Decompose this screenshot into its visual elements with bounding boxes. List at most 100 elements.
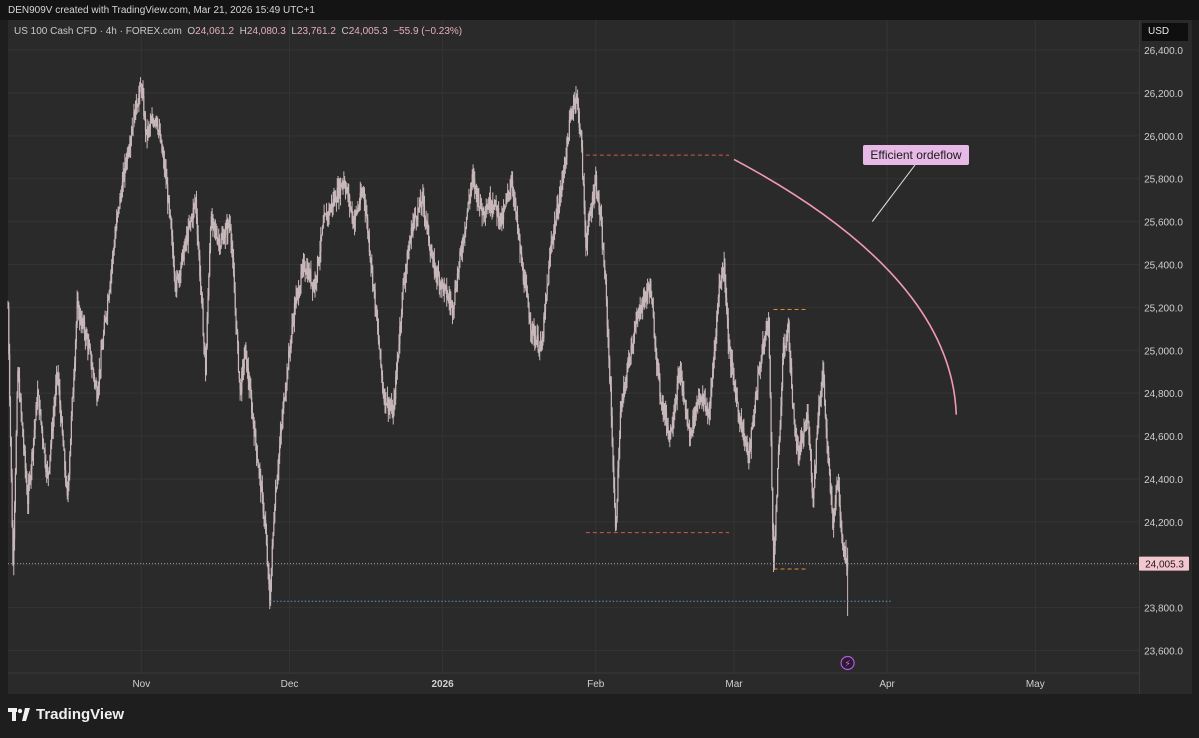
candle-body bbox=[100, 350, 102, 370]
currency-button[interactable]: USD bbox=[1142, 23, 1188, 41]
tradingview-brand: TradingView bbox=[36, 706, 125, 723]
candle-body bbox=[368, 236, 370, 252]
candle-body bbox=[34, 420, 36, 430]
candle-body bbox=[20, 398, 22, 414]
high-label: H bbox=[239, 26, 247, 37]
candle-body bbox=[205, 346, 207, 375]
candle-body bbox=[771, 441, 773, 489]
candle-body bbox=[793, 409, 795, 420]
close-label: C bbox=[341, 26, 349, 37]
candle-body bbox=[616, 500, 618, 519]
callout-text: Efficient ordeflow bbox=[870, 148, 961, 162]
candle-body bbox=[11, 476, 13, 526]
candle-body bbox=[234, 292, 236, 308]
candle-body bbox=[322, 222, 324, 228]
y-tick-label: 25,800.0 bbox=[1144, 175, 1183, 186]
candle-body bbox=[15, 433, 17, 473]
candle-body bbox=[310, 270, 312, 285]
x-tick-label: 2026 bbox=[431, 679, 454, 690]
x-tick-label: Mar bbox=[725, 679, 743, 690]
last-price-label: 24,005.3 bbox=[1145, 560, 1184, 571]
y-tick-label: 26,000.0 bbox=[1144, 132, 1183, 143]
candle-body bbox=[16, 396, 18, 434]
callout-leader-line bbox=[871, 164, 916, 222]
y-tick-label: 23,600.0 bbox=[1144, 647, 1183, 658]
y-tick-label: 26,400.0 bbox=[1144, 46, 1183, 57]
x-tick-label: Dec bbox=[281, 679, 299, 690]
high-value: 24,080.3 bbox=[246, 26, 286, 37]
candle-body bbox=[757, 374, 759, 393]
candle-body bbox=[633, 331, 636, 341]
candle-body bbox=[568, 120, 570, 141]
candle-body bbox=[220, 238, 222, 247]
y-tick-label: 24,800.0 bbox=[1144, 389, 1183, 400]
candle-body bbox=[618, 437, 621, 459]
candle-body bbox=[660, 397, 662, 403]
candle-body bbox=[168, 198, 170, 211]
candle-body bbox=[546, 286, 548, 295]
close-value: 24,005.3 bbox=[348, 26, 388, 37]
candle-body bbox=[423, 206, 426, 217]
candle-body bbox=[781, 363, 784, 388]
candle-body bbox=[530, 323, 532, 331]
candle-body bbox=[209, 228, 212, 251]
candle-body bbox=[581, 147, 584, 177]
x-tick-label: Apr bbox=[879, 679, 895, 690]
candle-body bbox=[208, 275, 210, 297]
change-value: −55.9 (−0.23%) bbox=[393, 26, 463, 37]
candle-body bbox=[237, 343, 240, 372]
open-label: O bbox=[187, 26, 196, 37]
candle-body bbox=[255, 429, 257, 444]
candle-body bbox=[378, 339, 380, 350]
candle-body bbox=[495, 199, 497, 207]
low-value: 23,761.2 bbox=[296, 26, 336, 37]
candle-body bbox=[815, 439, 817, 465]
candle-body bbox=[103, 322, 105, 335]
candle-body bbox=[537, 335, 539, 351]
x-tick-label: Nov bbox=[132, 679, 150, 690]
chart-svg: 23,600.0 23,800.0 24,200.0 24,400.0 24,600.0… bbox=[7, 20, 1189, 690]
candle-body bbox=[224, 228, 226, 238]
candle-body bbox=[69, 455, 71, 475]
candle-body bbox=[245, 345, 247, 351]
y-tick-label: 25,000.0 bbox=[1144, 346, 1183, 357]
candle-body bbox=[89, 347, 91, 352]
candle-body bbox=[40, 409, 42, 422]
y-tick-label: 25,400.0 bbox=[1144, 261, 1183, 272]
candle-body bbox=[750, 429, 752, 449]
candle-body bbox=[704, 398, 706, 408]
x-tick-label: Feb bbox=[587, 679, 605, 690]
candle-body bbox=[485, 209, 487, 215]
candle-body bbox=[372, 266, 374, 286]
candle-body bbox=[144, 114, 147, 132]
candle-body bbox=[810, 453, 812, 476]
y-tick-label: 24,200.0 bbox=[1144, 518, 1183, 529]
candle-body bbox=[132, 127, 134, 128]
candle-body bbox=[626, 371, 628, 383]
candle-body bbox=[238, 371, 240, 379]
candle-body bbox=[478, 193, 480, 208]
candle-body bbox=[769, 357, 771, 396]
candle-body bbox=[826, 428, 828, 443]
candle-body bbox=[813, 487, 815, 499]
candle-body bbox=[149, 123, 152, 128]
candle-body bbox=[823, 382, 826, 400]
y-tick-label: 24,400.0 bbox=[1144, 475, 1183, 486]
y-tick-label: 25,200.0 bbox=[1144, 303, 1183, 314]
efficient-orderflow-curve bbox=[733, 158, 958, 415]
tradingview-logo-icon bbox=[8, 707, 30, 721]
candle-body bbox=[107, 299, 109, 315]
candle-body bbox=[768, 317, 771, 358]
symbol-legend: US 100 Cash CFD · 4h · FOREX.com O24,061… bbox=[14, 26, 462, 37]
event-bolt-icon: ⚡ bbox=[844, 660, 850, 670]
candle-body bbox=[9, 354, 11, 400]
y-tick-label: 23,800.0 bbox=[1144, 604, 1183, 615]
y-tick-label: 26,200.0 bbox=[1144, 89, 1183, 100]
candle-body bbox=[791, 388, 794, 405]
candle-body bbox=[21, 413, 23, 424]
y-tick-label: 24,600.0 bbox=[1144, 432, 1183, 443]
candle-body bbox=[243, 358, 245, 369]
candle-body bbox=[71, 397, 73, 417]
candle-body bbox=[618, 458, 620, 468]
footer-branding: TradingView bbox=[8, 706, 124, 723]
